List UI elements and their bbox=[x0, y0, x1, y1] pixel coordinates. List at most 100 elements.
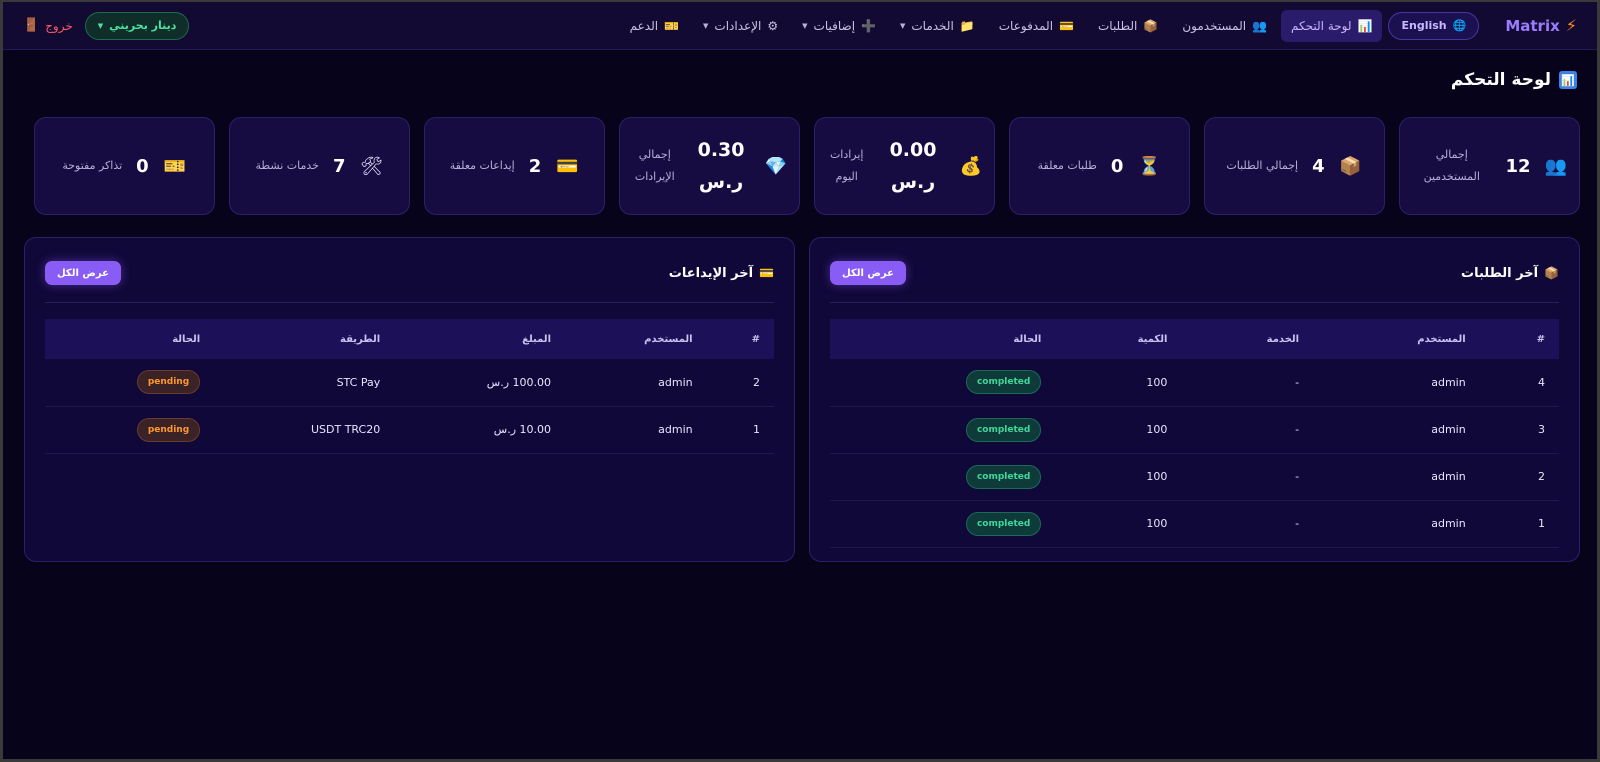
nav-item-label: إضافيات bbox=[813, 18, 856, 33]
credit-card-icon: 💳 bbox=[759, 266, 774, 280]
extras-icon: ➕ bbox=[861, 18, 876, 33]
panel-header: 💳 آخر الإيداعات عرض الكل bbox=[45, 256, 774, 303]
view-all-deposits-button[interactable]: عرض الكل bbox=[45, 261, 121, 285]
stat-card-open-tickets: 🎫 0 تذاكر مفتوحة bbox=[34, 117, 215, 215]
nav-item-settings[interactable]: ⚙ الإعدادات ▼ bbox=[693, 10, 788, 42]
cell-user: admin bbox=[1313, 359, 1480, 407]
main-nav: 📊 لوحة التحكم 👥 المستخدمون 📦 الطلبات 💳 المدفوعا… bbox=[620, 9, 1383, 42]
cell-id: 1 bbox=[706, 406, 774, 454]
nav-item-users[interactable]: 👥 المستخدمون bbox=[1172, 10, 1277, 42]
pending-deposits-icon: 💳 bbox=[556, 155, 579, 177]
nav-item-orders[interactable]: 📦 الطلبات bbox=[1088, 10, 1168, 42]
nav-item-services[interactable]: 📁 الخدمات ▼ bbox=[890, 10, 985, 42]
cell-method: STC Pay bbox=[214, 359, 395, 407]
stat-value: 0.00 ر.س bbox=[889, 139, 937, 193]
column-header: الحالة bbox=[172, 333, 201, 345]
cell-id: 3 bbox=[1479, 406, 1559, 454]
nav-item-label: الخدمات bbox=[911, 18, 954, 33]
table-row[interactable]: 2 admin 100.00 ر.س STC Pay pending bbox=[45, 359, 774, 407]
orders-table: # المستخدم الخدمة الكمية الحالة 4 admin -100 co… bbox=[830, 319, 1559, 548]
cell-qty: 100 bbox=[1055, 500, 1182, 548]
stat-card-pending-deposits: 💳 2 إيداعات معلقة bbox=[424, 117, 605, 215]
cell-id: 4 bbox=[1479, 359, 1559, 407]
table-row[interactable]: 4 admin -100 completed bbox=[830, 359, 1559, 407]
orders-icon: 📦 bbox=[1143, 18, 1159, 33]
column-header: المستخدم bbox=[1417, 333, 1466, 345]
package-icon: 📦 bbox=[1544, 266, 1559, 280]
support-icon: 🎫 bbox=[664, 18, 680, 33]
table-row[interactable]: 3 admin -100 completed bbox=[830, 406, 1559, 454]
cell-status: completed bbox=[830, 500, 1056, 548]
stat-card-active-services: 🛠 7 خدمات نشطة bbox=[229, 117, 410, 215]
payments-icon: 💳 bbox=[1059, 18, 1074, 33]
nav-item-label: لوحة التحكم bbox=[1291, 18, 1352, 33]
stat-value: 0 bbox=[136, 155, 149, 177]
table-row[interactable]: 1 admin 10.00 ر.س USDT TRC20 pending bbox=[45, 406, 774, 454]
page-title-text: لوحة التحكم bbox=[1450, 70, 1551, 90]
column-header: المبلغ bbox=[522, 333, 551, 345]
cell-user: admin bbox=[1313, 500, 1480, 548]
cell-amount: 100.00 ر.س bbox=[394, 359, 565, 407]
today-revenue-icon: 💰 bbox=[959, 155, 982, 177]
cell-service: - bbox=[1181, 453, 1314, 501]
cell-amount: 10.00 ر.س bbox=[394, 406, 565, 454]
top-navbar: ⚡ Matrix 🌐 English 📊 لوحة التحكم 👥 المستخدم… bbox=[3, 2, 1597, 50]
nav-item-dashboard[interactable]: 📊 لوحة التحكم bbox=[1281, 9, 1383, 42]
logout-label: خروج bbox=[45, 18, 73, 33]
panel-title: 📦 آخر الطلبات bbox=[1461, 266, 1559, 281]
nav-item-label: الإعدادات bbox=[714, 18, 762, 33]
cell-id: 2 bbox=[1479, 453, 1559, 501]
recent-deposits-panel: 💳 آخر الإيداعات عرض الكل # المستخدم المبلغ… bbox=[24, 237, 795, 562]
table-row[interactable]: 2 admin -100 completed bbox=[830, 453, 1559, 501]
logout-link[interactable]: خروج 🚪 bbox=[23, 18, 73, 33]
cell-status: completed bbox=[830, 359, 1056, 407]
nav-item-payments[interactable]: 💳 المدفوعات bbox=[989, 10, 1084, 42]
brand-name: Matrix bbox=[1505, 16, 1560, 35]
cell-status: pending bbox=[45, 406, 215, 454]
cell-status: completed bbox=[830, 406, 1056, 454]
deposits-table: # المستخدم المبلغ الطريقة الحالة 2 admin 100.0… bbox=[45, 319, 774, 454]
cell-service: - bbox=[1181, 359, 1314, 407]
caret-down-icon: ▼ bbox=[802, 21, 808, 30]
total-revenue-icon: 💎 bbox=[764, 155, 787, 177]
stat-card-pending-orders: ⏳ 0 طلبات معلقة bbox=[1009, 117, 1190, 215]
view-all-orders-button[interactable]: عرض الكل bbox=[830, 261, 906, 285]
nav-item-label: المدفوعات bbox=[998, 18, 1054, 33]
nav-item-support[interactable]: 🎫 الدعم bbox=[620, 10, 689, 42]
nav-item-label: الدعم bbox=[629, 18, 659, 33]
nav-item-label: المستخدمون bbox=[1182, 18, 1247, 33]
stat-label: إجمالي الطلبات bbox=[1226, 159, 1299, 172]
status-badge: completed bbox=[965, 511, 1042, 536]
active-services-icon: 🛠 bbox=[360, 155, 383, 177]
table-row[interactable]: 1 admin -100 completed bbox=[830, 500, 1559, 548]
lightning-bolt-icon: ⚡ bbox=[1565, 16, 1577, 35]
column-header: الخدمة bbox=[1266, 333, 1300, 345]
caret-down-icon: ▼ bbox=[703, 21, 709, 30]
door-icon: 🚪 bbox=[23, 18, 40, 33]
orders-icon: 📦 bbox=[1339, 155, 1362, 177]
table-header-row: # المستخدم الخدمة الكمية الحالة bbox=[830, 319, 1559, 359]
pending-orders-icon: ⏳ bbox=[1138, 155, 1161, 177]
recent-orders-panel: 📦 آخر الطلبات عرض الكل # المستخدم الخدمة ال… bbox=[809, 237, 1580, 562]
stat-card-orders: 📦 4 إجمالي الطلبات bbox=[1204, 117, 1385, 215]
globe-icon: 🌐 bbox=[1452, 19, 1467, 32]
column-header: الطريقة bbox=[340, 333, 381, 345]
cell-qty: 100 bbox=[1055, 359, 1182, 407]
stat-card-users: 👥 12 إجمالي المستخدمين bbox=[1399, 117, 1580, 215]
cell-id: 1 bbox=[1479, 500, 1559, 548]
stat-label: إيرادات اليوم bbox=[829, 148, 864, 183]
caret-down-icon: ▼ bbox=[97, 21, 104, 30]
column-header: # bbox=[751, 333, 760, 345]
stat-value: 2 bbox=[528, 155, 542, 177]
cell-user: admin bbox=[1313, 453, 1480, 501]
users-icon: 👥 bbox=[1544, 155, 1567, 177]
column-header: الكمية bbox=[1137, 333, 1168, 345]
brand-logo[interactable]: ⚡ Matrix bbox=[1505, 16, 1577, 35]
nav-item-extras[interactable]: ➕ إضافيات ▼ bbox=[792, 10, 886, 42]
chart-icon: 📊 bbox=[1559, 71, 1577, 89]
currency-dropdown-button[interactable]: دينار بحريني ▼ bbox=[84, 11, 190, 40]
stat-label: طلبات معلقة bbox=[1037, 159, 1097, 172]
services-icon: 📁 bbox=[959, 18, 975, 33]
status-badge: completed bbox=[965, 464, 1042, 489]
language-toggle-button[interactable]: 🌐 English bbox=[1388, 11, 1480, 40]
